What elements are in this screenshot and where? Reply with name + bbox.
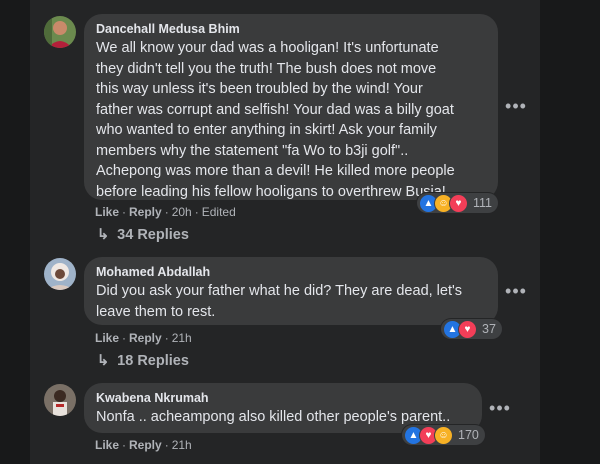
reply-link[interactable]: Reply [129,205,162,219]
more-options-icon[interactable]: ••• [487,397,513,423]
reaction-count: 111 [473,196,493,210]
more-options-icon[interactable]: ••• [503,280,529,306]
view-replies-button[interactable]: ↳ 34 Replies [97,227,189,243]
timestamp[interactable]: 21h [172,331,192,345]
love-icon: ♥ [458,319,477,339]
timestamp[interactable]: 20h [172,205,192,219]
avatar[interactable] [44,384,76,416]
comment-actions: Like · Reply · 20h · Edited [95,205,236,219]
haha-icon: ☺ [434,425,453,445]
reaction-count: 170 [458,428,479,442]
timestamp[interactable]: 21h [172,438,192,452]
view-replies-button[interactable]: ↳ 18 Replies [97,353,189,369]
reaction-summary[interactable]: ▲ ☺ ♥ 111 [417,193,499,213]
edited-label: Edited [201,205,236,219]
more-options-icon[interactable]: ••• [503,95,529,121]
reaction-summary[interactable]: ▲ ♥ ☺ 170 [402,425,485,445]
comment-author[interactable]: Dancehall Medusa Bhim [96,22,486,36]
comment-bubble: Mohamed Abdallah Did you ask your father… [84,257,498,325]
love-icon: ♥ [449,193,468,213]
comment-text: Did you ask your father what he did? The… [96,283,463,320]
comment-actions: Like · Reply · 21h [95,438,192,452]
avatar[interactable] [44,258,76,290]
reaction-summary[interactable]: ▲ ♥ 37 [441,319,502,339]
avatar[interactable] [44,16,76,48]
like-link[interactable]: Like [95,438,119,452]
comment-author[interactable]: Kwabena Nkrumah [96,391,470,405]
comment-actions: Like · Reply · 21h [95,331,192,345]
like-link[interactable]: Like [95,205,119,219]
comment-bubble: Dancehall Medusa Bhim We all know your d… [84,14,498,200]
reply-arrow-icon: ↳ [97,227,110,243]
reply-link[interactable]: Reply [129,331,162,345]
like-link[interactable]: Like [95,331,119,345]
comment-author[interactable]: Mohamed Abdallah [96,265,486,279]
reply-link[interactable]: Reply [129,438,162,452]
replies-label: 18 Replies [117,353,189,369]
reaction-count: 37 [482,322,496,336]
reply-arrow-icon: ↳ [97,353,110,369]
comment-text: We all know your dad was a hooligan! It'… [96,40,455,200]
replies-label: 34 Replies [117,227,189,243]
